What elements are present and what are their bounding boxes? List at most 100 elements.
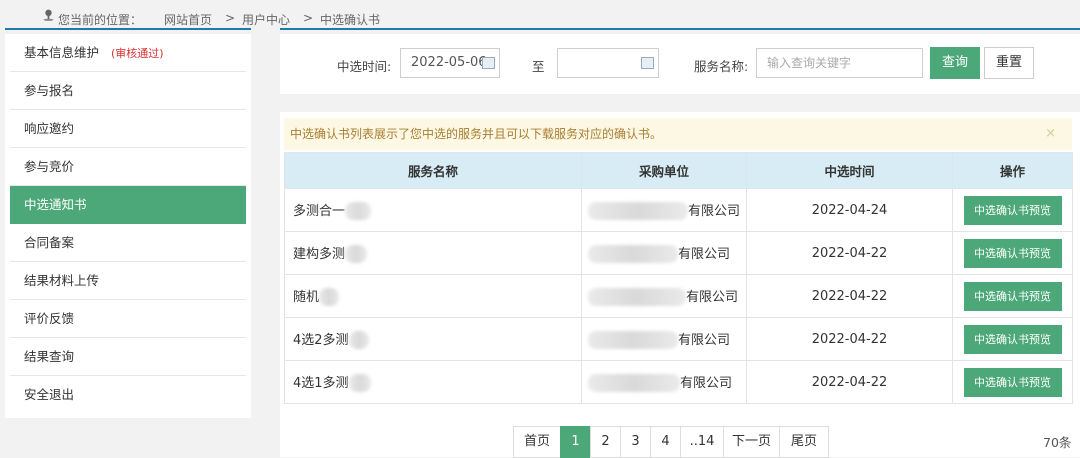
action-cell: 中选确认书预览 [952, 360, 1073, 404]
sidebar-item-label: 参与报名 [24, 83, 75, 98]
column-header: 操作 [952, 152, 1073, 189]
breadcrumb-separator: > [303, 11, 314, 25]
org-cell: 有限公司 [581, 360, 747, 404]
org-cell: 有限公司 [581, 317, 747, 361]
calendar-icon[interactable] [482, 57, 495, 69]
date-from-field[interactable]: 2022-05-06 [400, 48, 500, 78]
service-name: 建构多测 [293, 246, 346, 262]
redacted-text [345, 245, 368, 264]
redacted-text [588, 202, 688, 221]
last-page-button[interactable]: 尾页 [779, 426, 829, 458]
calendar-icon[interactable] [641, 57, 654, 69]
preview-button[interactable]: 中选确认书预览 [963, 195, 1062, 225]
page-button[interactable]: 1 [560, 426, 591, 458]
sidebar-item-label: 安全退出 [24, 387, 75, 402]
service-search-placeholder: 输入查询关键字 [767, 56, 852, 70]
service-name: 4选1多测 [293, 375, 349, 391]
preview-button[interactable]: 中选确认书预览 [963, 281, 1062, 311]
first-page-button[interactable]: 首页 [513, 426, 561, 458]
sidebar-item-upload-results[interactable]: 结果材料上传 [10, 262, 246, 300]
status-badge: (审核通过) [111, 47, 164, 60]
service-name: 4选2多测 [293, 332, 349, 348]
filter-bar: 中选时间: 2022-05-06 至 服务名称: 输入查询关键字 查询 重置 [280, 34, 1080, 94]
next-page-button[interactable]: 下一页 [723, 426, 780, 458]
breadcrumb-current: 中选确认书 [320, 13, 381, 27]
action-cell: 中选确认书预览 [952, 317, 1073, 361]
action-cell: 中选确认书预览 [952, 188, 1073, 232]
sidebar-item-invitation[interactable]: 响应邀约 [10, 110, 246, 148]
location-pin-icon [43, 9, 54, 21]
sidebar-item-result-query[interactable]: 结果查询 [10, 338, 246, 376]
date-to-field[interactable] [557, 48, 659, 78]
sidebar-item-label: 结果查询 [24, 349, 75, 364]
close-icon[interactable]: × [1045, 118, 1056, 150]
date-cell: 2022-04-22 [746, 360, 953, 404]
sidebar-item-label: 响应邀约 [24, 121, 75, 136]
reset-button[interactable]: 重置 [984, 47, 1034, 79]
table-row: 多测合一 有限公司 2022-04-24 中选确认书预览 [284, 188, 1073, 232]
to-label: 至 [532, 59, 545, 74]
page-button[interactable]: 2 [590, 426, 621, 458]
service-name-cell: 4选2多测 [284, 317, 582, 361]
sidebar-item-label: 基本信息维护 [24, 45, 100, 60]
service-name-cell: 建构多测 [284, 231, 582, 275]
redacted-text [588, 288, 686, 307]
action-cell: 中选确认书预览 [952, 274, 1073, 318]
sidebar-item-feedback[interactable]: 评价反馈 [10, 300, 246, 338]
divider [280, 28, 1080, 30]
sidebar-item-label: 结果材料上传 [24, 273, 100, 288]
preview-button[interactable]: 中选确认书预览 [963, 324, 1062, 354]
results-panel: 中选确认书列表展示了您中选的服务并且可以下载服务对应的确认书。 × 服务名称 采… [280, 112, 1080, 458]
service-name-cell: 多测合一 [284, 188, 582, 232]
breadcrumb-user-center-link[interactable]: 用户中心 [242, 11, 290, 28]
redacted-text [588, 374, 680, 393]
org-suffix: 有限公司 [680, 375, 733, 391]
sidebar-item-selection-notice[interactable]: 中选通知书 [10, 186, 246, 224]
sidebar-item-registration[interactable]: 参与报名 [10, 72, 246, 110]
page-button[interactable]: ..14 [680, 426, 724, 458]
time-label: 中选时间: [337, 59, 392, 74]
column-header: 采购单位 [581, 152, 747, 189]
breadcrumb-separator: > [225, 11, 236, 25]
date-from-value: 2022-05-06 [411, 55, 487, 70]
breadcrumb: 您当前的位置： 网站首页 > 用户中心 > 中选确认书 [0, 0, 1080, 30]
sidebar-item-label: 参与竞价 [24, 159, 75, 174]
table-row: 4选2多测 有限公司 2022-04-22 中选确认书预览 [284, 317, 1073, 361]
results-table: 服务名称 采购单位 中选时间 操作 多测合一 有限公司 2022-04-24 中… [284, 152, 1073, 404]
service-name: 随机 [293, 289, 320, 305]
redacted-text [588, 331, 678, 350]
date-cell: 2022-04-22 [746, 317, 953, 361]
table-row: 随机 有限公司 2022-04-22 中选确认书预览 [284, 274, 1073, 318]
preview-button[interactable]: 中选确认书预览 [963, 367, 1062, 397]
service-name: 多测合一 [293, 203, 346, 219]
query-button[interactable]: 查询 [930, 47, 980, 79]
service-name-label: 服务名称: [694, 59, 749, 74]
sidebar-item-label: 中选通知书 [24, 197, 87, 212]
page-button[interactable]: 3 [620, 426, 651, 458]
preview-button[interactable]: 中选确认书预览 [963, 238, 1062, 268]
sidebar-item-bidding[interactable]: 参与竞价 [10, 148, 246, 186]
org-cell: 有限公司 [581, 188, 747, 232]
table-row: 4选1多测 有限公司 2022-04-22 中选确认书预览 [284, 360, 1073, 404]
notice-text: 中选确认书列表展示了您中选的服务并且可以下载服务对应的确认书。 [290, 127, 663, 141]
action-cell: 中选确认书预览 [952, 231, 1073, 275]
redacted-text [348, 331, 369, 350]
page-button[interactable]: 4 [650, 426, 681, 458]
redacted-text [319, 288, 340, 307]
date-cell: 2022-04-22 [746, 274, 953, 318]
org-suffix: 有限公司 [678, 246, 731, 262]
divider [5, 28, 251, 30]
sidebar-item-label: 合同备案 [24, 235, 75, 250]
sidebar-item-basic-info[interactable]: 基本信息维护 (审核通过) [10, 34, 246, 72]
sidebar-item-logout[interactable]: 安全退出 [10, 376, 246, 414]
breadcrumb-home-link[interactable]: 网站首页 [164, 11, 212, 28]
redacted-text [588, 245, 678, 264]
service-name-cell: 4选1多测 [284, 360, 582, 404]
redacted-text [345, 202, 372, 221]
sidebar-item-contract[interactable]: 合同备案 [10, 224, 246, 262]
org-cell: 有限公司 [581, 231, 747, 275]
column-header: 服务名称 [284, 152, 582, 189]
sidebar-item-label: 评价反馈 [24, 311, 75, 326]
service-search-input[interactable]: 输入查询关键字 [756, 48, 923, 78]
breadcrumb-prefix: 您当前的位置： [58, 13, 143, 27]
